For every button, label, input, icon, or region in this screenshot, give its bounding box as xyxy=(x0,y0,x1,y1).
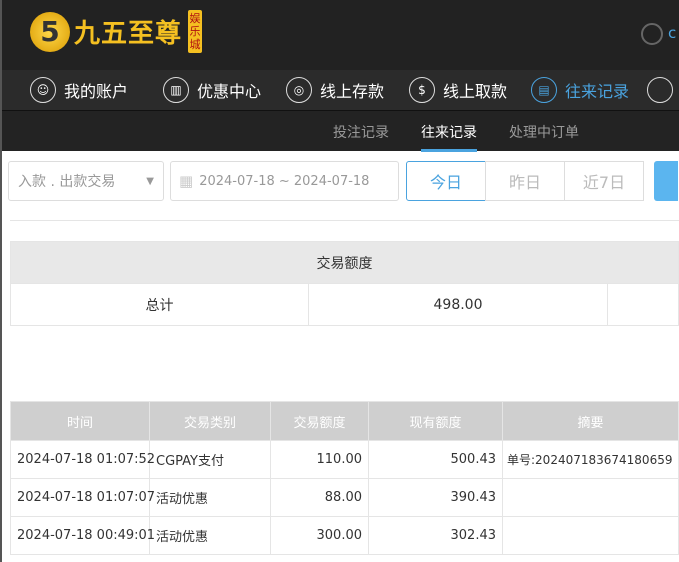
col-summary: 摘要 xyxy=(502,401,679,441)
bell-icon xyxy=(647,77,673,103)
col-balance: 现有额度 xyxy=(368,401,503,441)
nav-withdraw[interactable]: $ 线上取款 xyxy=(409,77,507,103)
cell-type: 活动优惠 xyxy=(149,516,271,555)
tab-transaction-records[interactable]: 往来记录 xyxy=(421,122,477,152)
cell-amount: 88.00 xyxy=(270,478,369,517)
today-button[interactable]: 今日 xyxy=(406,161,486,201)
withdraw-icon: $ xyxy=(409,77,435,103)
cell-balance: 500.43 xyxy=(368,440,503,479)
last-7-days-button[interactable]: 近7日 xyxy=(564,161,644,201)
cell-type: CGPAY支付 xyxy=(149,440,271,479)
nav-label: 我的账户 xyxy=(64,82,129,101)
chevron-down-icon: ▼ xyxy=(146,175,154,187)
cell-balance: 302.43 xyxy=(368,516,503,555)
col-amount: 交易额度 xyxy=(270,401,369,441)
table-row: 2024-07-18 01:07:52 CGPAY支付 110.00 500.43 单号… xyxy=(10,440,679,479)
col-type: 交易类别 xyxy=(149,401,271,441)
summary-empty-cell xyxy=(607,283,679,326)
logo-icon: 5 xyxy=(30,11,70,52)
col-time: 时间 xyxy=(10,401,150,441)
main-nav: ☺ 我的账户 ▥ 优惠中心 ◎ 线上存款 $ 线上取款 ▤ 往来记录 xyxy=(2,70,679,111)
sub-tabs: 投注记录 往来记录 处理中订单 xyxy=(2,111,679,152)
search-button[interactable] xyxy=(654,161,678,201)
logo[interactable]: 5 九五至尊 娱乐城 xyxy=(30,10,203,53)
date-range-input[interactable]: ▦ 2024-07-18 ~ 2024-07-18 xyxy=(170,161,399,201)
summary-value: 498.00 xyxy=(308,283,608,326)
deposit-icon: ◎ xyxy=(286,77,312,103)
cell-summary xyxy=(502,478,679,517)
user-icon[interactable] xyxy=(641,23,663,45)
cell-type: 活动优惠 xyxy=(149,478,271,517)
type-select[interactable]: 入款 . 出款交易 ▼ xyxy=(8,161,164,201)
table-header: 时间 交易类别 交易额度 现有额度 摘要 xyxy=(10,401,679,441)
summary-label: 总计 xyxy=(10,283,309,326)
cell-time: 2024-07-18 01:07:52 xyxy=(10,440,155,479)
cell-summary xyxy=(502,516,679,555)
nav-label: 线上存款 xyxy=(320,82,385,101)
username[interactable]: c xyxy=(668,24,676,42)
cell-time: 2024-07-18 01:07:07 xyxy=(10,478,155,517)
nav-notifications[interactable] xyxy=(647,77,673,103)
nav-label: 往来记录 xyxy=(565,82,630,101)
cell-balance: 390.43 xyxy=(368,478,503,517)
nav-label: 优惠中心 xyxy=(197,82,262,101)
cell-amount: 300.00 xyxy=(270,516,369,555)
nav-records[interactable]: ▤ 往来记录 xyxy=(531,77,629,103)
divider xyxy=(10,220,679,221)
logo-text: 九五至尊 xyxy=(74,19,183,49)
nav-my-account[interactable]: ☺ 我的账户 xyxy=(30,77,128,103)
header: 5 九五至尊 娱乐城 c xyxy=(2,0,679,70)
record-icon: ▤ xyxy=(531,77,557,103)
cell-time: 2024-07-18 00:49:01 xyxy=(10,516,155,555)
type-value: 入款 . 出款交易 xyxy=(18,174,116,190)
gift-icon: ▥ xyxy=(163,77,189,103)
cell-amount: 110.00 xyxy=(270,440,369,479)
tab-pending-orders[interactable]: 处理中订单 xyxy=(509,122,579,142)
user-icon: ☺ xyxy=(30,77,56,103)
nav-label: 线上取款 xyxy=(443,82,508,101)
logo-badge: 娱乐城 xyxy=(188,10,203,53)
tab-bet-records[interactable]: 投注记录 xyxy=(333,122,389,142)
summary-header: 交易额度 xyxy=(10,241,679,284)
summary-table: 交易额度 总计 498.00 xyxy=(10,241,679,326)
cell-summary: 单号:202407183674180659 xyxy=(502,440,679,479)
table-row: 2024-07-18 01:07:07 活动优惠 88.00 390.43 xyxy=(10,478,679,517)
nav-deposit[interactable]: ◎ 线上存款 xyxy=(286,77,384,103)
table-row: 2024-07-18 00:49:01 活动优惠 300.00 302.43 xyxy=(10,516,679,555)
nav-promotions[interactable]: ▥ 优惠中心 xyxy=(163,77,261,103)
date-range-value: 2024-07-18 ~ 2024-07-18 xyxy=(199,173,370,189)
transactions-table: 时间 交易类别 交易额度 现有额度 摘要 2024-07-18 01:07:52… xyxy=(10,401,679,555)
calendar-icon: ▦ xyxy=(179,172,194,190)
yesterday-button[interactable]: 昨日 xyxy=(485,161,565,201)
